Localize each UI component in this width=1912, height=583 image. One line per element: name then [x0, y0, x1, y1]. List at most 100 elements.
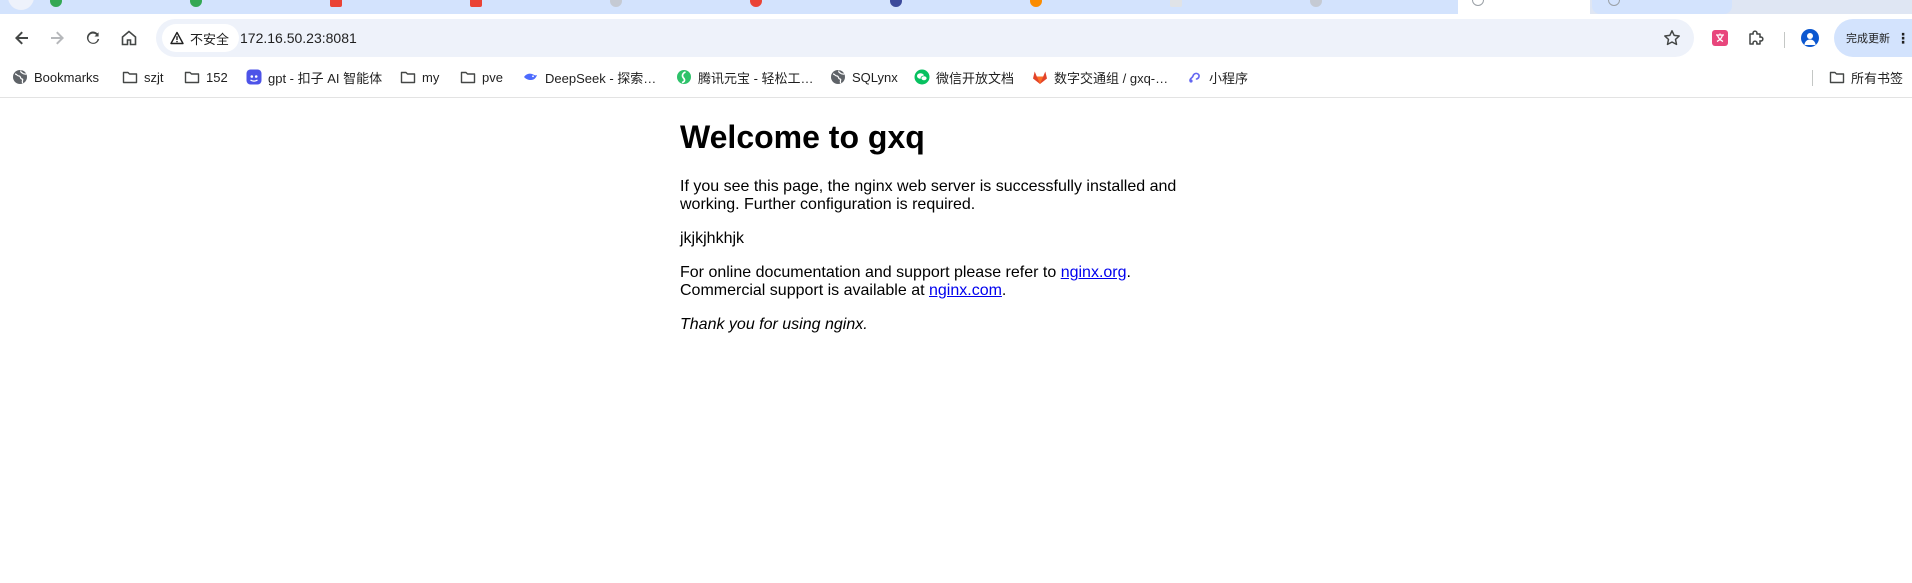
bookmark-folder[interactable]: 152 [180, 65, 232, 89]
tab-favicon-icon [1608, 0, 1620, 6]
close-icon[interactable]: × [302, 0, 308, 4]
extensions-button[interactable] [1743, 25, 1769, 51]
bookmark-item[interactable]: Bookmarks [8, 65, 103, 89]
bookmark-label: SQLynx [852, 69, 898, 85]
tab[interactable]: × [600, 0, 740, 14]
background-tabs: × × × × × × × × × × [0, 0, 1458, 14]
bookmark-item[interactable]: DeepSeek - 探索… [519, 65, 660, 89]
bookmark-label: szjt [144, 69, 164, 85]
docs-paragraph: For online documentation and support ple… [680, 264, 1200, 300]
thanks-paragraph: Thank you for using nginx. [680, 316, 1200, 334]
tab[interactable]: × [460, 0, 600, 14]
close-icon[interactable]: × [1002, 0, 1008, 4]
arrow-left-icon [15, 31, 28, 45]
tab[interactable]: × [320, 0, 460, 14]
folder-icon [184, 69, 200, 85]
reload-icon [86, 31, 100, 44]
bookmark-label: my [422, 69, 440, 85]
bookmark-label: pve [482, 69, 503, 85]
bookmark-folder[interactable]: my [396, 65, 443, 89]
tab[interactable]: × [180, 0, 320, 14]
tab-strip: × × × × × × × × × × [0, 0, 1912, 14]
close-icon[interactable]: × [722, 0, 728, 4]
close-icon[interactable]: × [582, 0, 588, 4]
custom-text: jkjkjhkhjk [680, 230, 745, 247]
translate-extension-icon [1712, 30, 1728, 46]
tab-favicon-icon [330, 0, 342, 7]
globe-icon [830, 69, 846, 85]
tab[interactable]: × [1020, 0, 1160, 14]
profile-button[interactable] [1797, 25, 1823, 51]
page-heading: Welcome to gxq [680, 119, 925, 155]
tab-favicon-icon [1030, 0, 1042, 7]
tab-favicon-icon [1310, 0, 1322, 7]
forward-button[interactable] [42, 23, 72, 53]
all-bookmarks-label: 所有书签 [1851, 70, 1904, 86]
toolbar-divider [1784, 32, 1785, 48]
close-icon[interactable]: × [1282, 0, 1288, 4]
close-icon[interactable]: × [1142, 0, 1148, 4]
security-chip[interactable]: 不安全 [162, 24, 240, 52]
bookmark-label: 腾讯元宝 - 轻松工… [698, 70, 814, 86]
all-bookmarks-button[interactable]: 所有书签 [1825, 65, 1907, 89]
nginx-com-link[interactable]: nginx.com [929, 282, 1002, 299]
tab-favicon-icon [50, 0, 62, 7]
browser-toolbar: 不安全 172.16.50.23:8081 完成更新 ⋮ [0, 14, 1912, 62]
person-icon [1804, 33, 1816, 45]
bookmark-star-icon[interactable] [1660, 26, 1684, 50]
tab[interactable]: × [40, 0, 180, 14]
gitlab-icon [1032, 69, 1048, 85]
folder-icon [400, 69, 416, 85]
tab-favicon-icon [470, 0, 482, 7]
bookmark-item[interactable]: SQLynx [826, 65, 902, 89]
page-content: Welcome to gxq If you see this page, the… [680, 98, 1200, 334]
active-tab[interactable] [1458, 0, 1590, 14]
security-label: 不安全 [190, 31, 230, 47]
close-icon[interactable]: × [162, 0, 168, 4]
reload-button[interactable] [78, 23, 108, 53]
thanks-text: Thank you for using nginx. [680, 316, 868, 333]
home-icon [121, 30, 137, 46]
puzzle-icon [1749, 30, 1764, 45]
arrow-right-icon [51, 31, 64, 45]
bookmark-item[interactable]: 微信开放文档 [910, 65, 1018, 89]
update-button-label: 完成更新 [1846, 33, 1890, 45]
bookmarks-divider [1812, 70, 1813, 86]
close-icon[interactable]: × [1422, 0, 1428, 4]
bookmark-folder[interactable]: szjt [118, 65, 168, 89]
deepseek-icon [523, 69, 539, 85]
folder-icon [460, 69, 476, 85]
tab-favicon-icon [1170, 0, 1182, 7]
tab[interactable]: × [1160, 0, 1300, 14]
bookmark-item[interactable]: gpt - 扣子 AI 智能体 [242, 65, 386, 89]
nginx-org-link[interactable]: nginx.org [1061, 264, 1127, 281]
tab-favicon-icon [890, 0, 902, 7]
folder-icon [122, 69, 138, 85]
tab[interactable]: × [880, 0, 1020, 14]
commercial-suffix: . [1001, 282, 1007, 299]
tab[interactable]: × [1300, 0, 1440, 14]
back-button[interactable] [7, 23, 37, 53]
intro-paragraph: If you see this page, the nginx web serv… [680, 178, 1177, 213]
bookmark-folder[interactable]: pve [456, 65, 507, 89]
update-button[interactable]: 完成更新 ⋮ [1834, 19, 1912, 57]
bookmark-label: 152 [206, 69, 228, 85]
tab[interactable] [1592, 0, 1732, 14]
docs-suffix: . [1126, 264, 1131, 281]
more-vert-icon: ⋮ [1896, 29, 1910, 46]
close-icon[interactable]: × [442, 0, 448, 4]
miniprogram-icon [1187, 69, 1203, 85]
address-bar[interactable]: 不安全 172.16.50.23:8081 [156, 19, 1694, 57]
tab-search-button[interactable] [8, 0, 34, 10]
home-button[interactable] [114, 23, 144, 53]
bookmark-item[interactable]: 小程序 [1183, 65, 1252, 89]
bookmark-label: Bookmarks [34, 69, 100, 85]
tab-favicon-icon [190, 0, 202, 7]
url-text[interactable]: 172.16.50.23:8081 [240, 19, 357, 57]
close-icon[interactable]: × [862, 0, 868, 4]
bookmark-item[interactable]: 腾讯元宝 - 轻松工… [672, 65, 818, 89]
tab[interactable]: × [740, 0, 880, 14]
wechat-icon [914, 69, 930, 85]
translate-extension-button[interactable] [1707, 25, 1733, 51]
bookmark-item[interactable]: 数字交通组 / gxq-… [1028, 65, 1172, 89]
